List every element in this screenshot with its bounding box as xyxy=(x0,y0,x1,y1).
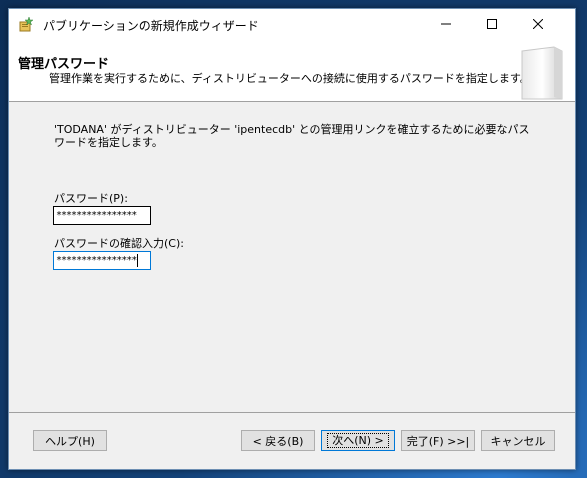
window-title: パブリケーションの新規作成ウィザード xyxy=(43,19,259,33)
wizard-banner-icon xyxy=(514,43,570,101)
wizard-content: 'TODANA' がディストリビューター 'ipentecdb' との管理用リン… xyxy=(9,102,575,413)
confirm-password-label: パスワードの確認入力(C): xyxy=(54,237,184,250)
maximize-icon xyxy=(487,19,497,29)
wizard-app-icon xyxy=(18,16,34,32)
wizard-header: 管理パスワード 管理作業を実行するために、ディストリビューターへの接続に使用する… xyxy=(9,39,575,102)
close-icon xyxy=(533,19,543,29)
minimize-icon xyxy=(441,23,451,25)
description-text: 'TODANA' がディストリビューター 'ipentecdb' との管理用リン… xyxy=(54,123,530,149)
title-bar: パブリケーションの新規作成ウィザード xyxy=(9,9,575,39)
confirm-password-value: **************** xyxy=(56,255,137,266)
page-subtitle: 管理作業を実行するために、ディストリビューターへの接続に使用するパスワードを指定… xyxy=(49,72,531,85)
password-value: **************** xyxy=(56,210,137,221)
cancel-button[interactable]: キャンセル xyxy=(481,430,555,451)
text-caret xyxy=(137,253,139,267)
next-button-label: 次へ(N) > xyxy=(327,433,389,448)
password-label: パスワード(P): xyxy=(54,192,128,205)
finish-button[interactable]: 完了(F) >>| xyxy=(401,430,475,451)
wizard-window: パブリケーションの新規作成ウィザード 管理パスワード 管理作業を実行するために、… xyxy=(8,8,576,470)
help-button[interactable]: ヘルプ(H) xyxy=(33,430,107,451)
maximize-button[interactable] xyxy=(469,9,515,39)
minimize-button[interactable] xyxy=(423,9,469,39)
confirm-password-input[interactable]: **************** xyxy=(53,251,151,270)
password-input[interactable]: **************** xyxy=(53,206,151,225)
next-button[interactable]: 次へ(N) > xyxy=(321,430,395,451)
close-button[interactable] xyxy=(515,9,561,39)
back-button[interactable]: < 戻る(B) xyxy=(241,430,315,451)
